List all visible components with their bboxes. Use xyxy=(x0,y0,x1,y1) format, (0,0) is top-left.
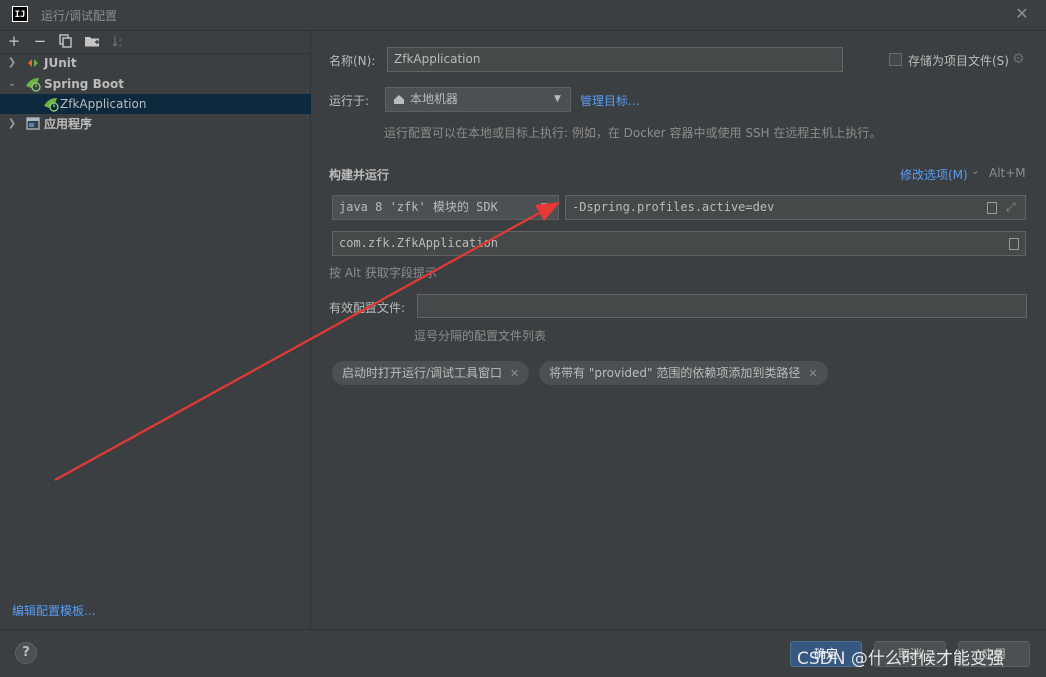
manage-targets-link[interactable]: 管理目标... xyxy=(580,92,639,109)
tree-item-application[interactable]: ❯ 应用程序 xyxy=(0,114,311,134)
store-as-project-file-checkbox[interactable] xyxy=(889,53,902,66)
home-icon xyxy=(393,88,405,119)
close-icon[interactable]: ✕ xyxy=(1014,4,1030,24)
chevron-right-icon[interactable]: ❯ xyxy=(6,53,18,73)
tree-item-zfkapplication[interactable]: ZfkApplication xyxy=(0,94,311,114)
chevron-down-icon[interactable]: ⌄ xyxy=(6,74,18,94)
intellij-logo-icon: IJ xyxy=(12,6,28,22)
option-tag-open-run-window[interactable]: 启动时打开运行/调试工具窗口 ✕ xyxy=(332,361,530,385)
jdk-value: java 8 'zfk' 模块的 SDK xyxy=(339,200,498,214)
vm-options-field[interactable]: -Dspring.profiles.active=dev ⤢ xyxy=(565,195,1026,220)
plus-icon[interactable]: + xyxy=(4,32,24,50)
name-label: 名称(N): xyxy=(329,54,376,68)
run-on-hint: 运行配置可以在本地或目标上执行: 例如，在 Docker 容器中或使用 SSH … xyxy=(384,126,882,140)
edit-configuration-templates-link[interactable]: 编辑配置模板... xyxy=(12,602,95,619)
vm-options-value: -Dspring.profiles.active=dev xyxy=(572,200,775,214)
active-profiles-hint: 逗号分隔的配置文件列表 xyxy=(414,329,547,343)
tree-item-spring-boot[interactable]: ⌄ Spring Boot xyxy=(0,74,311,94)
footer-divider xyxy=(0,629,1046,630)
modify-options-link[interactable]: 修改选项(M) xyxy=(900,166,968,183)
tree-item-label: ZfkApplication xyxy=(60,97,147,111)
tree-item-label: Spring Boot xyxy=(44,77,124,91)
alt-hint: 按 Alt 获取字段提示 xyxy=(329,266,437,280)
main-class-value: com.zfk.ZfkApplication xyxy=(339,236,498,250)
sort-icon[interactable]: az xyxy=(108,32,128,50)
document-icon[interactable] xyxy=(1009,238,1019,250)
name-field[interactable]: ZfkApplication xyxy=(387,47,843,72)
main-class-field[interactable]: com.zfk.ZfkApplication xyxy=(332,231,1026,256)
active-profiles-field[interactable] xyxy=(417,294,1027,318)
build-and-run-header: 构建并运行 xyxy=(329,168,390,182)
svg-text:z: z xyxy=(119,43,122,48)
expand-icon[interactable]: ⤢ xyxy=(1006,196,1016,219)
application-icon xyxy=(26,114,40,140)
title-bar xyxy=(0,0,1046,31)
active-profiles-label: 有效配置文件: xyxy=(329,301,406,315)
window-title: 运行/调试配置 xyxy=(41,9,118,23)
chevron-down-icon: ▼ xyxy=(554,94,561,104)
chevron-right-icon[interactable]: ❯ xyxy=(6,114,18,134)
tree-item-junit[interactable]: ❯ JUnit xyxy=(0,53,311,73)
option-tag-label: 启动时打开运行/调试工具窗口 xyxy=(342,366,503,380)
run-on-value: 本地机器 xyxy=(410,92,459,106)
store-as-project-file-label: 存储为项目文件(S) xyxy=(908,54,1009,68)
close-icon[interactable]: ✕ xyxy=(510,367,519,380)
folder-icon[interactable] xyxy=(82,32,102,50)
minus-icon[interactable]: − xyxy=(30,32,50,50)
modify-options-shortcut: Alt+M xyxy=(989,166,1026,180)
chevron-down-icon: ▼ xyxy=(541,202,548,212)
copy-icon[interactable] xyxy=(56,32,76,50)
watermark-text: CSDN @什么时候才能变强 xyxy=(797,649,1004,669)
close-icon[interactable]: ✕ xyxy=(808,367,817,380)
help-button[interactable]: ? xyxy=(15,642,37,664)
option-tag-provided-scope[interactable]: 将带有 "provided" 范围的依赖项添加到类路径 ✕ xyxy=(539,361,828,385)
chevron-down-icon: ⌄ xyxy=(971,166,980,177)
option-tag-label: 将带有 "provided" 范围的依赖项添加到类路径 xyxy=(549,366,801,380)
document-icon[interactable] xyxy=(987,202,997,214)
run-on-label: 运行于: xyxy=(329,94,370,108)
jdk-select[interactable]: java 8 'zfk' 模块的 SDK ▼ xyxy=(332,195,559,220)
run-on-select[interactable]: 本地机器 ▼ xyxy=(385,87,571,112)
tree-item-label: 应用程序 xyxy=(44,117,93,131)
tree-item-label: JUnit xyxy=(44,56,77,70)
gear-icon[interactable]: ⚙ xyxy=(1012,52,1025,66)
